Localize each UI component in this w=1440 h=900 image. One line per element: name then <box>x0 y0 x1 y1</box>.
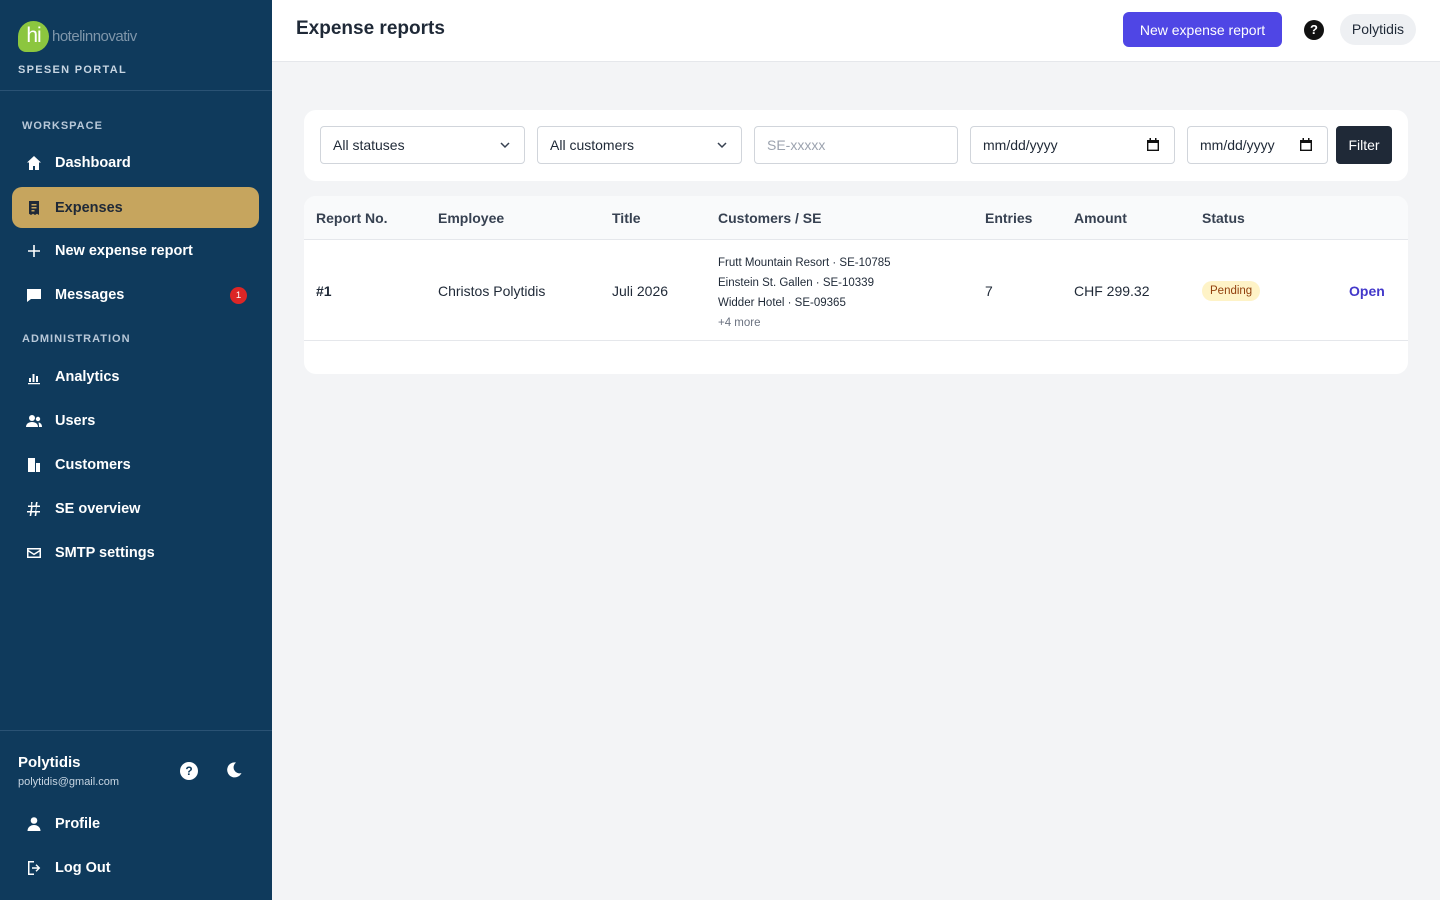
portal-name: SPESEN PORTAL <box>18 64 127 76</box>
date-to-value: mm/dd/yyyy <box>1200 137 1275 153</box>
sidebar-item-label: New expense report <box>55 242 193 259</box>
sidebar-item-logout[interactable]: Log Out <box>12 847 259 888</box>
table-header: Report No. Employee Title Customers / SE… <box>304 196 1408 240</box>
entries-count: 7 <box>985 283 993 299</box>
report-number: #1 <box>316 283 332 299</box>
customer-entry: Widder Hotel · SE-09365 <box>718 297 846 309</box>
chat-icon <box>25 286 43 304</box>
open-report-link[interactable]: Open <box>1349 283 1385 299</box>
column-header-amount[interactable]: Amount <box>1074 210 1127 226</box>
se-number-input[interactable]: SE-xxxxx <box>754 126 958 164</box>
user-email: polytidis@gmail.com <box>18 776 120 788</box>
status-select-value: All statuses <box>333 137 405 153</box>
person-icon <box>25 815 43 833</box>
se-number-placeholder: SE-xxxxx <box>767 137 826 153</box>
employee-name: Christos Polytidis <box>438 283 546 299</box>
page-title: Expense reports <box>296 18 445 39</box>
sidebar-item-label: Messages <box>55 286 125 303</box>
chevron-down-icon <box>717 142 727 149</box>
mail-icon <box>25 544 43 562</box>
section-title-workspace: WORKSPACE <box>22 120 103 132</box>
help-icon[interactable]: ? <box>180 762 198 780</box>
sidebar-item-label: Log Out <box>55 859 111 876</box>
topbar: Expense reports New expense report ? Pol… <box>272 0 1440 62</box>
sidebar-item-label: SE overview <box>55 500 141 517</box>
hash-icon <box>25 500 43 518</box>
status-badge: Pending <box>1202 281 1261 301</box>
user-name: Polytidis <box>18 754 81 771</box>
sidebar-item-new-expense-report[interactable]: New expense report <box>12 230 259 271</box>
amount: CHF 299.32 <box>1074 283 1150 299</box>
bar-chart-icon <box>25 368 43 386</box>
date-to-input[interactable]: mm/dd/yyyy <box>1187 126 1328 164</box>
brand: hi hotelinnovativ SPESEN PORTAL <box>0 0 272 91</box>
customer-entry: Frutt Mountain Resort · SE-10785 <box>718 257 891 269</box>
sidebar-item-label: Expenses <box>55 199 123 216</box>
logo-mark: hi <box>18 20 49 52</box>
status-select[interactable]: All statuses <box>320 126 525 164</box>
users-icon <box>25 412 43 430</box>
sidebar-item-dashboard[interactable]: Dashboard <box>12 142 259 183</box>
column-header-customers[interactable]: Customers / SE <box>718 210 821 226</box>
calendar-icon[interactable] <box>1146 138 1160 152</box>
moon-icon[interactable] <box>225 761 243 779</box>
user-menu-button[interactable]: Polytidis <box>1340 14 1416 45</box>
column-header-entries[interactable]: Entries <box>985 210 1032 226</box>
sidebar-item-analytics[interactable]: Analytics <box>12 356 259 397</box>
customers-list: Frutt Mountain Resort · SE-10785 Einstei… <box>718 253 891 333</box>
date-from-value: mm/dd/yyyy <box>983 137 1058 153</box>
sidebar-item-label: Customers <box>55 456 131 473</box>
logo-text: hotelinnovativ <box>52 27 137 45</box>
sidebar-item-label: Analytics <box>55 368 120 385</box>
customer-select-value: All customers <box>550 137 635 153</box>
column-header-status[interactable]: Status <box>1202 210 1245 226</box>
sidebar-item-label: Dashboard <box>55 154 131 171</box>
date-from-input[interactable]: mm/dd/yyyy <box>970 126 1175 164</box>
messages-badge: 1 <box>230 287 247 304</box>
receipt-icon <box>25 199 43 217</box>
more-customers: +4 more <box>718 317 761 329</box>
calendar-icon[interactable] <box>1299 138 1313 152</box>
plus-icon <box>25 242 43 260</box>
sidebar: hi hotelinnovativ SPESEN PORTAL WORKSPAC… <box>0 0 272 900</box>
filter-button[interactable]: Filter <box>1336 126 1392 164</box>
new-expense-report-button[interactable]: New expense report <box>1123 12 1282 47</box>
logout-icon <box>25 859 43 877</box>
logo[interactable]: hi hotelinnovativ <box>18 18 272 54</box>
sidebar-item-expenses[interactable]: Expenses <box>12 187 259 228</box>
column-header-report-no[interactable]: Report No. <box>316 210 388 226</box>
sidebar-item-users[interactable]: Users <box>12 400 259 441</box>
customer-select[interactable]: All customers <box>537 126 742 164</box>
column-header-employee[interactable]: Employee <box>438 210 504 226</box>
sidebar-item-se-overview[interactable]: SE overview <box>12 488 259 529</box>
filter-bar: All statuses All customers SE-xxxxx mm/d… <box>304 110 1408 181</box>
section-title-administration: ADMINISTRATION <box>22 333 131 345</box>
sidebar-item-smtp-settings[interactable]: SMTP settings <box>12 532 259 573</box>
sidebar-item-label: Users <box>55 412 96 429</box>
help-icon[interactable]: ? <box>1304 20 1324 40</box>
report-title: Juli 2026 <box>612 283 669 299</box>
building-icon <box>25 456 43 474</box>
column-header-title[interactable]: Title <box>612 210 641 226</box>
expense-reports-table: Report No. Employee Title Customers / SE… <box>304 196 1408 374</box>
chevron-down-icon <box>500 142 510 149</box>
customer-entry: Einstein St. Gallen · SE-10339 <box>718 277 874 289</box>
user-block: Polytidis polytidis@gmail.com ? Profile … <box>0 730 272 900</box>
table-row[interactable]: #1 Christos Polytidis Juli 2026 Frutt Mo… <box>304 241 1408 341</box>
sidebar-item-label: SMTP settings <box>55 544 155 561</box>
sidebar-item-label: Profile <box>55 815 101 832</box>
sidebar-item-profile[interactable]: Profile <box>12 803 259 844</box>
home-icon <box>25 154 43 172</box>
sidebar-item-customers[interactable]: Customers <box>12 444 259 485</box>
sidebar-item-messages[interactable]: Messages 1 <box>12 274 259 315</box>
